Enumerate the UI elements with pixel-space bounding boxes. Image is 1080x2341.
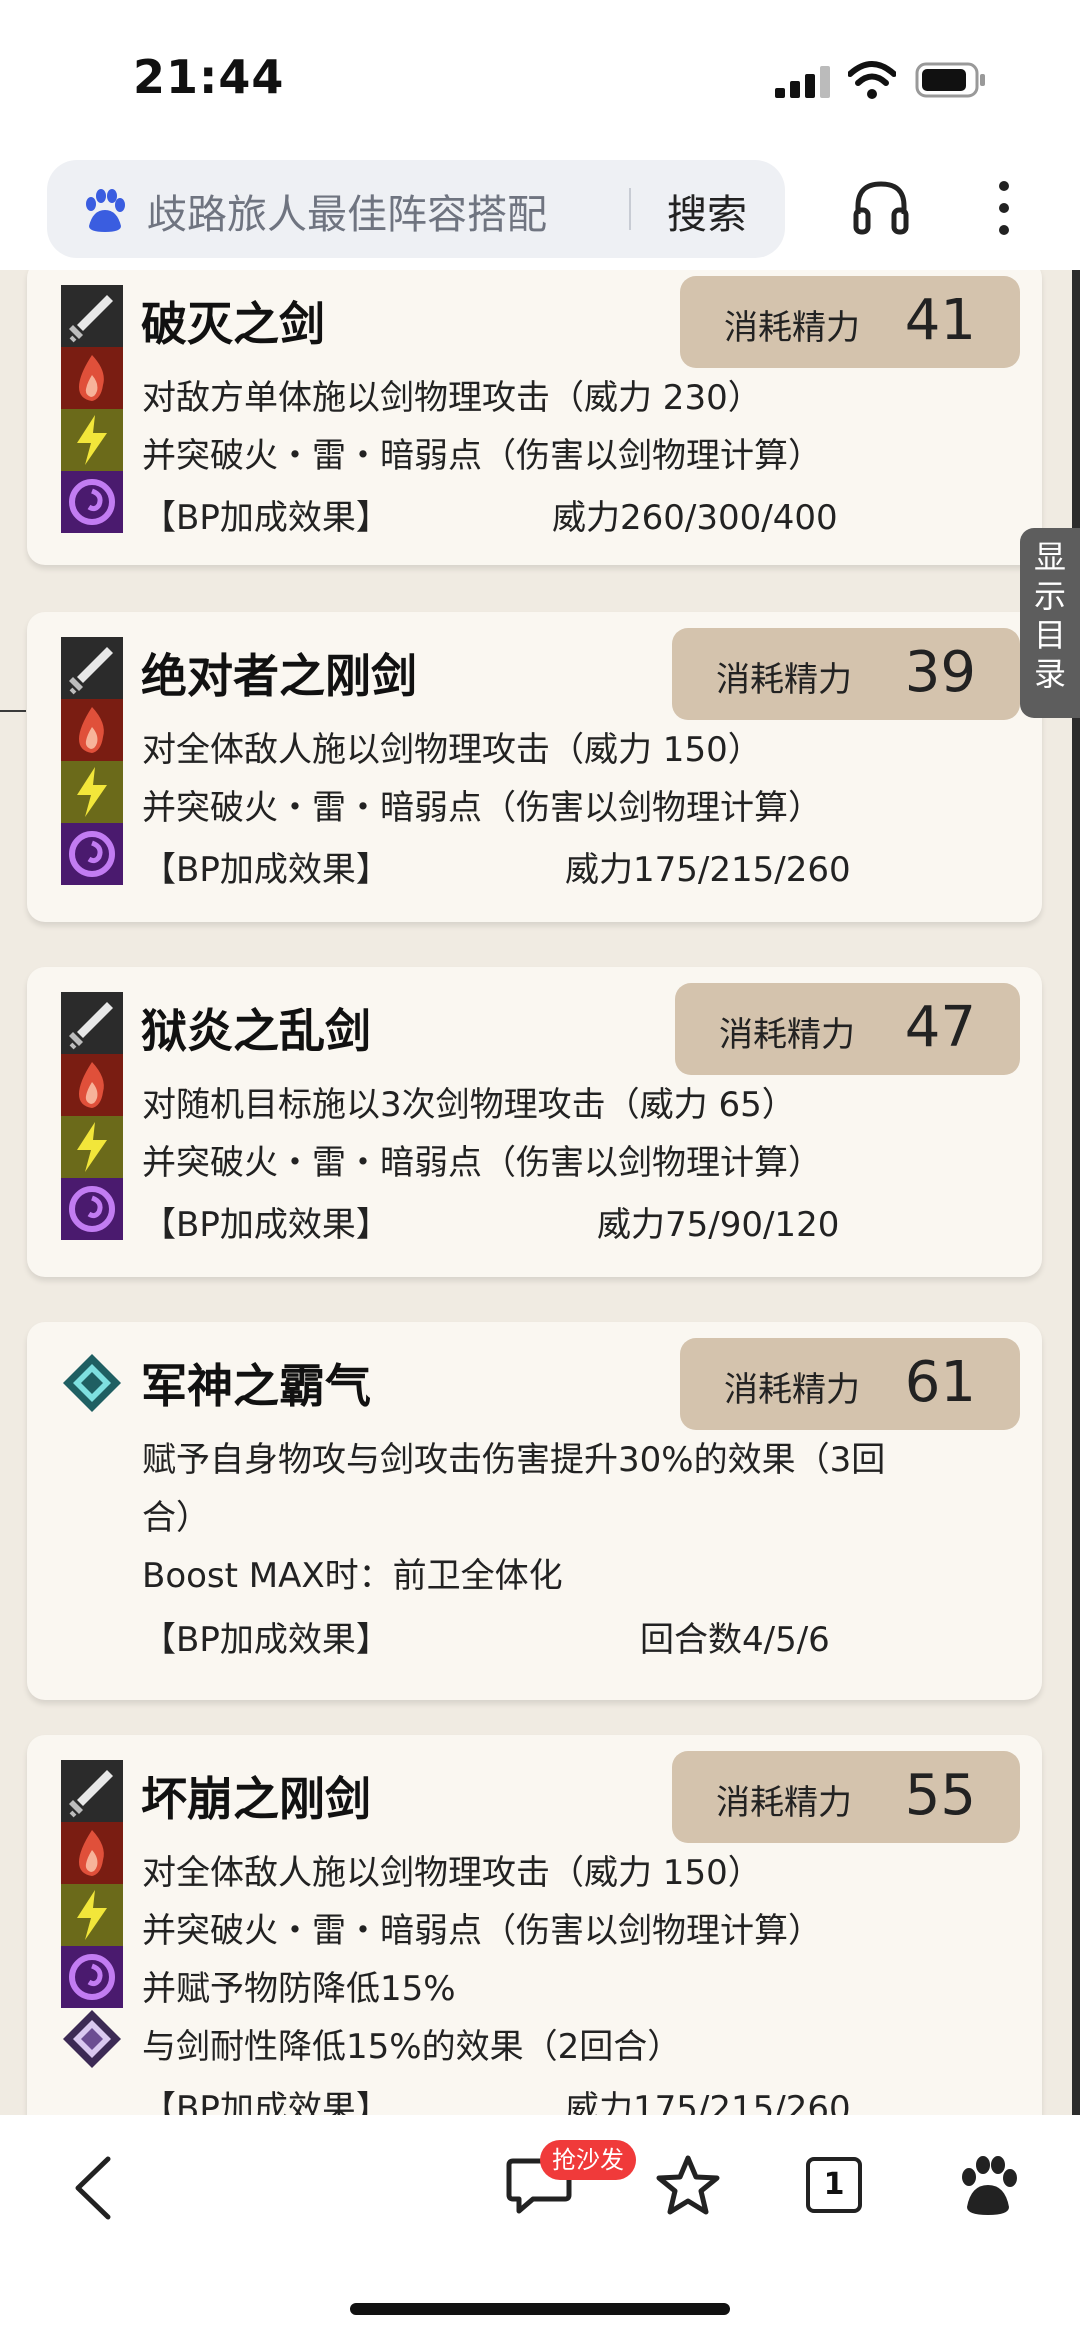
cost-badge: 消耗精力 47 bbox=[675, 983, 1020, 1075]
skill-description: 对随机目标施以3次剑物理攻击（威力 65） bbox=[142, 1085, 796, 1125]
buff-icon bbox=[63, 1354, 121, 1412]
skill-description: Boost MAX时：前卫全体化 bbox=[142, 1556, 563, 1596]
search-query: 歧路旅人最佳阵容搭配 bbox=[147, 192, 547, 238]
cost-badge: 消耗精力 61 bbox=[680, 1338, 1020, 1430]
bp-label: 【BP加成效果】 bbox=[142, 850, 390, 890]
sword-icon bbox=[61, 637, 123, 699]
element-icons bbox=[61, 1760, 123, 2070]
element-icons bbox=[61, 637, 123, 885]
cost-badge: 消耗精力 39 bbox=[672, 628, 1020, 720]
fire-icon bbox=[61, 1822, 123, 1884]
skill-card: 破灭之剑 消耗精力 41 对敌方单体施以剑物理攻击（威力 230） 并突破火・雷… bbox=[27, 270, 1042, 565]
dark-icon bbox=[61, 823, 123, 885]
bp-value: 回合数4/5/6 bbox=[640, 1620, 830, 1660]
lightning-icon bbox=[61, 409, 123, 471]
toc-char: 录 bbox=[1033, 655, 1066, 693]
search-button[interactable]: 搜索 bbox=[667, 182, 747, 240]
status-bar: 21:44 bbox=[0, 0, 1080, 150]
home-indicator bbox=[350, 2303, 730, 2315]
skill-name: 破灭之剑 bbox=[141, 297, 325, 351]
cost-value: 55 bbox=[904, 1763, 976, 1828]
fire-icon bbox=[61, 699, 123, 761]
bp-label: 【BP加成效果】 bbox=[142, 498, 390, 538]
cost-label: 消耗精力 bbox=[724, 308, 860, 348]
bp-value: 威力260/300/400 bbox=[552, 498, 838, 538]
skill-description: 并突破火・雷・暗弱点（伤害以剑物理计算） bbox=[142, 1143, 822, 1183]
cost-value: 47 bbox=[904, 995, 976, 1060]
back-icon[interactable] bbox=[70, 2155, 116, 2221]
cost-value: 61 bbox=[904, 1350, 976, 1415]
baidu-paw-icon bbox=[86, 189, 125, 232]
skill-description: 并突破火・雷・暗弱点（伤害以剑物理计算） bbox=[142, 436, 822, 476]
lightning-icon bbox=[61, 1884, 123, 1946]
skill-name: 绝对者之刚剑 bbox=[141, 649, 417, 703]
toc-char: 显 bbox=[1033, 538, 1066, 576]
skill-description: 对敌方单体施以剑物理攻击（威力 230） bbox=[142, 378, 762, 418]
skill-name: 坏崩之刚剑 bbox=[141, 1772, 371, 1826]
sword-icon bbox=[61, 992, 123, 1054]
wifi-icon bbox=[848, 61, 896, 99]
skill-card: 军神之霸气 消耗精力 61 赋予自身物攻与剑攻击伤害提升30%的效果（3回 合）… bbox=[27, 1322, 1042, 1700]
sword-icon bbox=[61, 1760, 123, 1822]
skill-description: 并赋予物防降低15% bbox=[142, 1969, 456, 2009]
skill-card: 绝对者之刚剑 消耗精力 39 对全体敌人施以剑物理攻击（威力 150） 并突破火… bbox=[27, 612, 1042, 922]
skill-description: 对全体敌人施以剑物理攻击（威力 150） bbox=[142, 730, 762, 770]
cost-badge: 消耗精力 55 bbox=[672, 1751, 1020, 1843]
toc-char: 示 bbox=[1033, 577, 1066, 615]
skill-description: 赋予自身物攻与剑攻击伤害提升30%的效果（3回 bbox=[142, 1440, 886, 1480]
cost-label: 消耗精力 bbox=[716, 660, 852, 700]
baidu-paw-icon[interactable] bbox=[955, 2153, 1021, 2219]
status-time: 21:44 bbox=[133, 50, 285, 104]
bp-label: 【BP加成效果】 bbox=[142, 1205, 390, 1245]
sword-icon bbox=[61, 285, 123, 347]
fire-icon bbox=[61, 1054, 123, 1116]
skill-description: 与剑耐性降低15%的效果（2回合） bbox=[142, 2027, 682, 2067]
skill-description: 并突破火・雷・暗弱点（伤害以剑物理计算） bbox=[142, 1911, 822, 1951]
page-edge-mark bbox=[0, 710, 26, 712]
search-divider bbox=[629, 188, 631, 230]
search-input[interactable]: 歧路旅人最佳阵容搭配 搜索 bbox=[47, 160, 785, 258]
element-icons bbox=[61, 1352, 123, 1414]
battery-icon bbox=[915, 62, 985, 98]
skill-card: 坏崩之刚剑 消耗精力 55 对全体敌人施以剑物理攻击（威力 150） 并突破火・… bbox=[27, 1735, 1042, 2115]
dark-icon bbox=[61, 1178, 123, 1240]
bp-value: 威力175/215/260 bbox=[565, 850, 851, 890]
tabs-count-icon[interactable]: 1 bbox=[806, 2157, 862, 2213]
search-header: 歧路旅人最佳阵容搭配 搜索 bbox=[0, 150, 1080, 270]
dark-icon bbox=[61, 1946, 123, 2008]
skill-description: 对全体敌人施以剑物理攻击（威力 150） bbox=[142, 1853, 762, 1893]
headphones-icon[interactable] bbox=[852, 178, 910, 236]
bp-label: 【BP加成效果】 bbox=[142, 1620, 390, 1660]
skill-description: 合） bbox=[142, 1498, 210, 1538]
star-icon[interactable] bbox=[655, 2153, 721, 2219]
fire-icon bbox=[61, 347, 123, 409]
cost-label: 消耗精力 bbox=[719, 1015, 855, 1055]
show-toc-button[interactable]: 显 示 目 录 bbox=[1020, 528, 1080, 718]
bp-value: 威力175/215/260 bbox=[565, 2089, 851, 2115]
skill-name: 狱炎之乱剑 bbox=[141, 1004, 371, 1058]
cost-label: 消耗精力 bbox=[716, 1783, 852, 1823]
comment-badge[interactable]: 抢沙发 bbox=[540, 2140, 636, 2180]
more-options-icon[interactable] bbox=[990, 178, 1018, 238]
lightning-icon bbox=[61, 1116, 123, 1178]
skill-name: 军神之霸气 bbox=[141, 1359, 371, 1413]
skill-card: 狱炎之乱剑 消耗精力 47 对随机目标施以3次剑物理攻击（威力 65） 并突破火… bbox=[27, 967, 1042, 1277]
lightning-icon bbox=[61, 761, 123, 823]
skill-description: 并突破火・雷・暗弱点（伤害以剑物理计算） bbox=[142, 788, 822, 828]
toc-char: 目 bbox=[1033, 616, 1066, 654]
article-content[interactable]: 破灭之剑 消耗精力 41 对敌方单体施以剑物理攻击（威力 230） 并突破火・雷… bbox=[0, 270, 1080, 2115]
cost-value: 41 bbox=[904, 288, 976, 353]
cost-badge: 消耗精力 41 bbox=[680, 276, 1020, 368]
cost-value: 39 bbox=[904, 640, 976, 705]
bp-label: 【BP加成效果】 bbox=[142, 2089, 390, 2115]
bp-value: 威力75/90/120 bbox=[597, 1205, 840, 1245]
cost-label: 消耗精力 bbox=[724, 1370, 860, 1410]
cellular-signal-icon bbox=[775, 66, 830, 98]
element-icons bbox=[61, 285, 123, 533]
element-icons bbox=[61, 992, 123, 1240]
debuff-icon bbox=[63, 2010, 121, 2068]
dark-icon bbox=[61, 471, 123, 533]
